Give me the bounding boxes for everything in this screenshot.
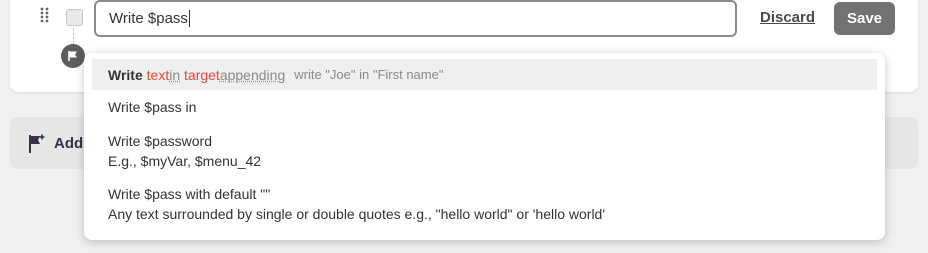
add-step-label: Add	[54, 135, 84, 152]
suggestion-sep-appending: appending	[219, 66, 286, 83]
suggestion-detail: E.g., $myVar, $menu_42	[108, 153, 262, 169]
flag-plus-icon	[29, 134, 45, 153]
flag-icon[interactable]	[61, 44, 85, 68]
drag-handle-icon[interactable]	[40, 7, 50, 23]
step-checkbox[interactable]	[66, 9, 83, 26]
suggestion-item[interactable]: Write $password E.g., $myVar, $menu_42	[108, 131, 261, 171]
suggestion-sep-in: in	[169, 66, 181, 83]
text-caret	[188, 10, 190, 27]
suggestion-title: Write $password	[108, 133, 213, 149]
suggestion-title: Write $pass with default ""	[108, 186, 271, 202]
suggestion-title: Write $pass in	[108, 99, 197, 115]
save-button[interactable]: Save	[834, 2, 895, 35]
suggestion-arg-text: text	[146, 66, 170, 83]
suggestion-keyword: Write	[108, 66, 143, 83]
suggestion-item-active[interactable]: Write text in target appending write "Joe…	[92, 59, 877, 90]
suggestion-hint: write "Joe" in "First name"	[294, 67, 444, 82]
command-input-value: Write $pass	[109, 10, 188, 27]
suggestion-item[interactable]: Write $pass in	[108, 97, 196, 117]
discard-button[interactable]: Discard	[760, 9, 815, 26]
command-input[interactable]: Write $pass	[94, 0, 737, 37]
suggestion-arg-target: target	[184, 66, 220, 83]
suggestion-detail: Any text surrounded by single or double …	[108, 206, 606, 222]
suggestion-item[interactable]: Write $pass with default "" Any text sur…	[108, 184, 605, 224]
suggestions-dropdown: Write text in target appending write "Joe…	[84, 53, 885, 240]
step-connector-line	[73, 28, 74, 44]
